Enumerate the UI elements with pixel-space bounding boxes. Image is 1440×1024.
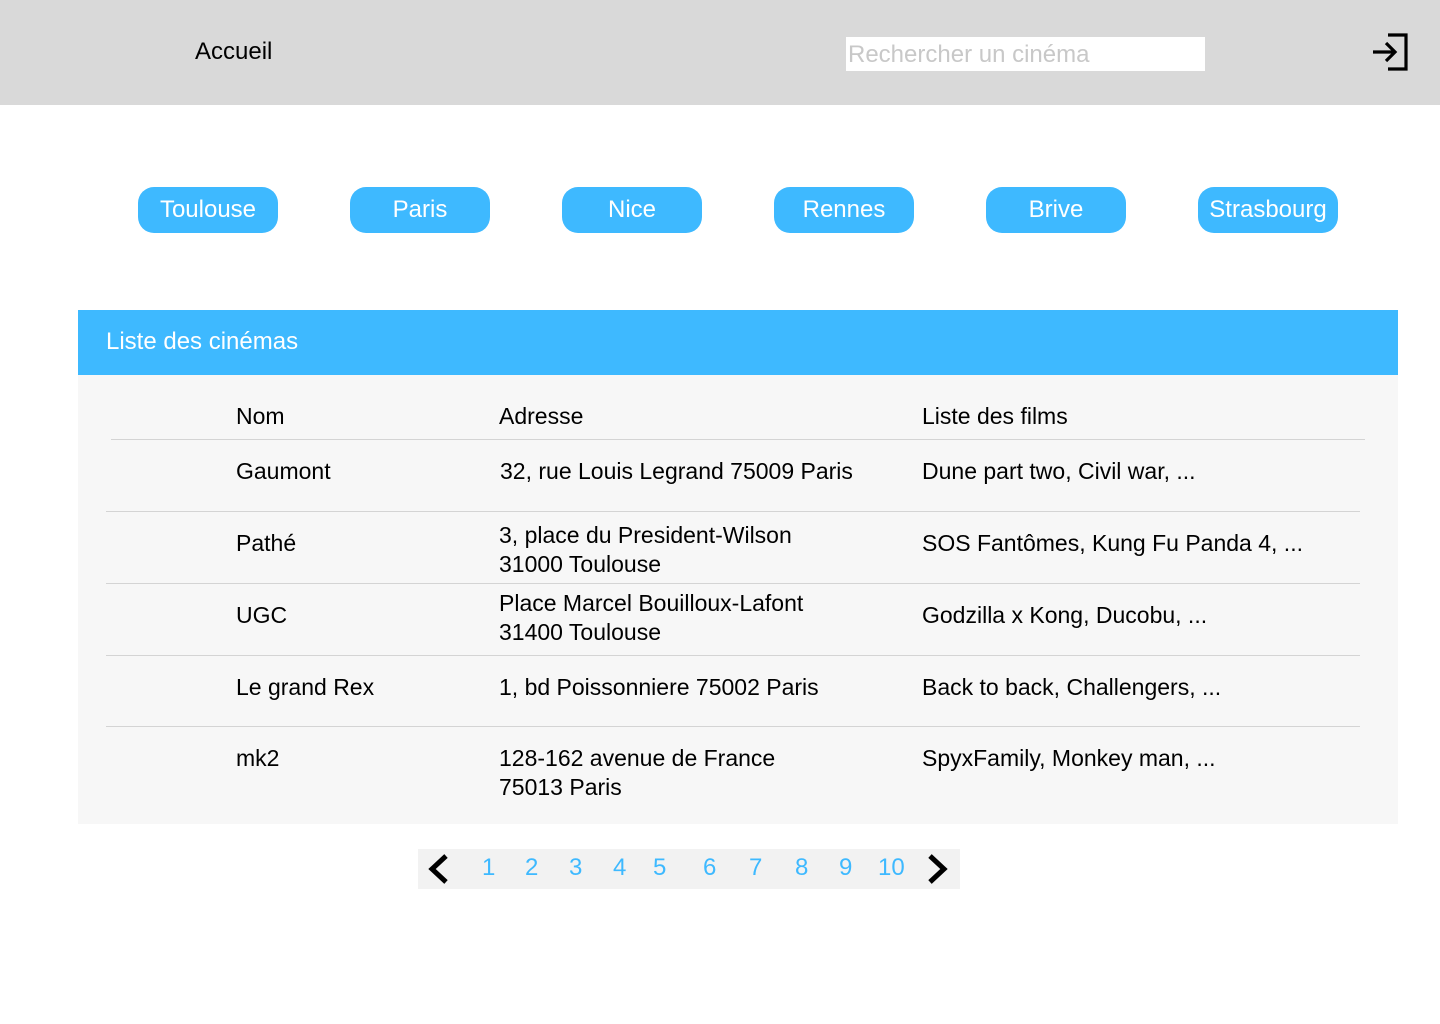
logout-icon[interactable]: [1368, 32, 1410, 72]
city-button-nice[interactable]: Nice: [562, 187, 702, 233]
cinema-films: SOS Fantômes, Kung Fu Panda 4, ...: [922, 530, 1303, 556]
cinema-name[interactable]: UGC: [236, 601, 287, 630]
city-filter-bar: Toulouse Paris Nice Rennes Brive Strasbo…: [0, 187, 1440, 233]
page-link-1[interactable]: 1: [482, 854, 495, 882]
cinema-name[interactable]: mk2: [236, 744, 279, 773]
row-divider: [106, 511, 1360, 512]
cinema-address-line2: 75013 Paris: [499, 774, 622, 800]
cinema-name[interactable]: Gaumont: [236, 457, 331, 486]
panel-title: Liste des cinémas: [106, 328, 299, 355]
city-button-paris[interactable]: Paris: [350, 187, 490, 233]
row-divider: [106, 726, 1360, 727]
cinema-address-line1: Place Marcel Bouilloux-Lafont: [499, 590, 804, 616]
cinema-address-line1: 3, place du President-Wilson: [499, 522, 792, 548]
city-button-rennes[interactable]: Rennes: [774, 187, 914, 233]
column-header-films: Liste des films: [922, 403, 1068, 429]
chevron-right-icon[interactable]: [924, 853, 952, 885]
column-header-address: Adresse: [499, 403, 584, 429]
column-header-name: Nom: [236, 403, 285, 429]
page-link-7[interactable]: 7: [749, 854, 762, 882]
search-input[interactable]: [846, 37, 1205, 71]
cinema-films: Godzilla x Kong, Ducobu, ...: [922, 602, 1208, 628]
page-link-4[interactable]: 4: [613, 854, 626, 882]
cinema-table: Nom Adresse Liste des films Gaumont 32, …: [78, 375, 1398, 824]
cinema-name[interactable]: Le grand Rex: [236, 673, 374, 702]
city-button-brive[interactable]: Brive: [986, 187, 1126, 233]
cinema-address-line1: 128-162 avenue de France: [499, 745, 776, 771]
cinema-films: Back to back, Challengers, ...: [922, 674, 1222, 700]
page-link-2[interactable]: 2: [525, 854, 538, 882]
cinema-list-header: Liste des cinémas: [78, 310, 1398, 375]
city-button-toulouse[interactable]: Toulouse: [138, 187, 278, 233]
cinema-name[interactable]: Pathé: [236, 529, 296, 558]
row-divider: [106, 655, 1360, 656]
page-link-9[interactable]: 9: [839, 854, 852, 882]
cinema-films: Dune part two, Civil war, ...: [922, 458, 1196, 484]
row-divider: [106, 583, 1360, 584]
cinema-address-line2: 31000 Toulouse: [499, 551, 661, 577]
cinema-address-line2: 31400 Toulouse: [499, 619, 661, 645]
home-link[interactable]: Accueil: [195, 38, 272, 66]
page-link-5[interactable]: 5: [653, 854, 666, 882]
chevron-left-icon[interactable]: [424, 853, 452, 885]
cinema-address: 32, rue Louis Legrand 75009 Paris: [500, 458, 853, 484]
page-link-10[interactable]: 10: [878, 854, 905, 882]
cinema-films: SpyxFamily, Monkey man, ...: [922, 745, 1216, 771]
pagination: 1 2 3 4 5 6 7 8 9 10: [418, 849, 960, 889]
page-link-6[interactable]: 6: [703, 854, 716, 882]
page-link-8[interactable]: 8: [795, 854, 808, 882]
top-nav-bar: Accueil: [0, 0, 1440, 105]
city-button-strasbourg[interactable]: Strasbourg: [1198, 187, 1338, 233]
page-link-3[interactable]: 3: [569, 854, 582, 882]
header-divider: [111, 439, 1365, 440]
cinema-address: 1, bd Poissonniere 75002 Paris: [499, 674, 819, 700]
